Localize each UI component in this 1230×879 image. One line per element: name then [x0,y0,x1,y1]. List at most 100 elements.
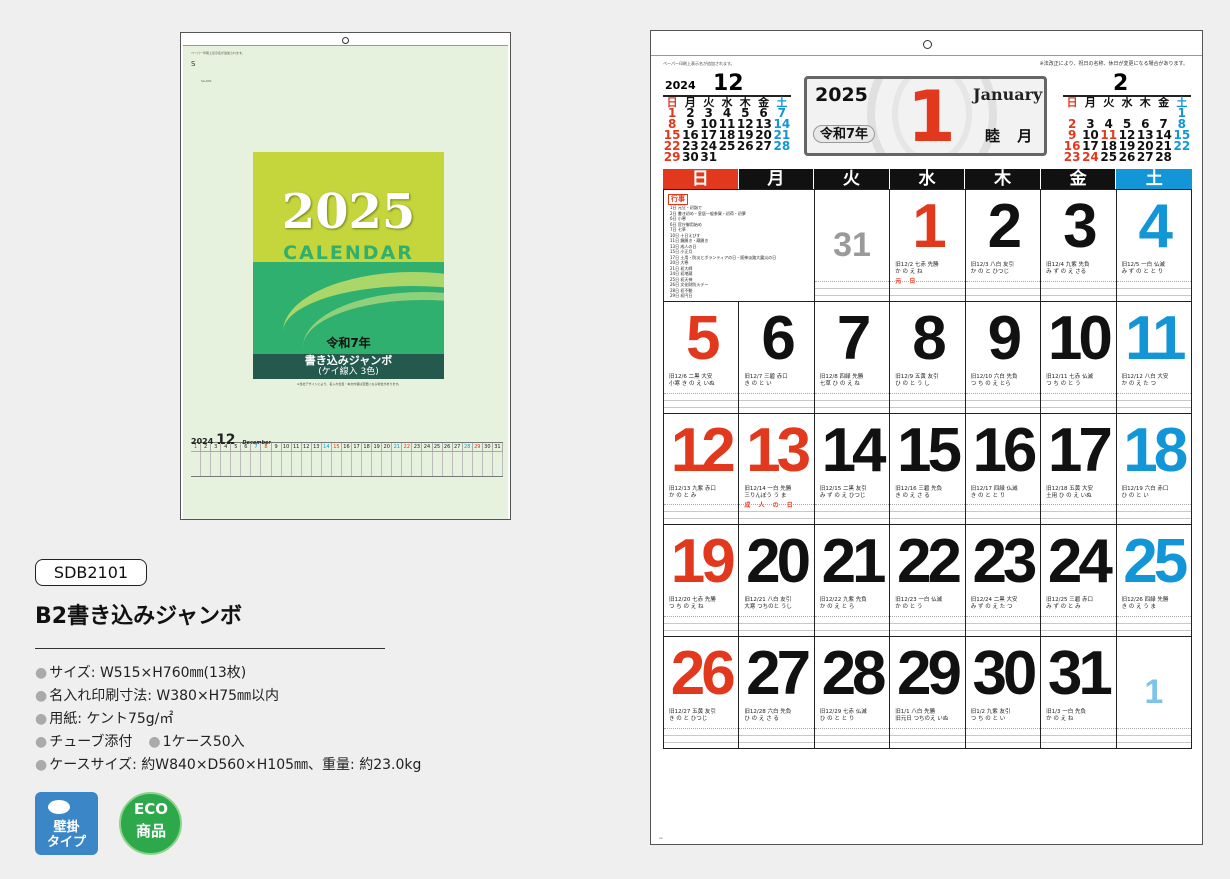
writing-lines [890,728,965,748]
day-cell[interactable]: 4 旧12/5 一白 仏滅み ず の と と り [1116,190,1192,302]
bullet-icon: ● [35,711,48,727]
writing-lines [1116,616,1191,637]
strip-day: 24 [422,443,433,451]
weekday-1: 月 [738,169,815,189]
day-cell[interactable]: 12 旧12/13 九紫 赤口か の と み [664,413,740,526]
strip-cell [292,452,302,476]
day-cell[interactable]: 10 旧12/11 七赤 仏滅つ ち の と う [1041,301,1117,414]
mini-day: 23 [1063,150,1081,164]
mini-next-grid: 日月火水木金土 1 2 3 4 5 6 7 8 9 10 11 12 13 14 15 16 17 18 19 20 21… [1063,95,1191,174]
mini-day: 水 [1121,96,1133,109]
writing-lines [739,728,814,748]
strip-cell [332,452,342,476]
strip-day: 16 [342,443,352,451]
day-cell[interactable]: 2 旧12/3 八白 友引か の と ひつじ [965,190,1042,302]
strip-cell [282,452,292,476]
day-cell[interactable]: 14 旧12/15 二黒 友引み ず の え ひつじ [814,413,891,526]
day-cell[interactable]: 31 [814,190,891,302]
day-info: 旧12/18 五黄 大安 土用 ひ の え いぬ [1046,486,1110,500]
writing-lines [739,504,814,525]
day-cell[interactable]: 18 旧12/19 六白 赤口ひ の と い [1116,413,1192,526]
day-number: 27 [746,639,811,709]
day-cell[interactable]: 20 旧12/21 八白 友引 大寒 つちのと うし [739,525,815,638]
day-number: 1 [1144,673,1164,712]
day-cell[interactable]: 17 旧12/18 五黄 大安 土用 ひ の え いぬ [1041,413,1117,526]
day-cell[interactable]: 3 旧12/4 九紫 先負み ず の え さる [1041,190,1117,302]
strip-cell [412,452,423,476]
writing-lines [1116,728,1191,748]
strip-cell [272,452,282,476]
writing-lines [664,392,739,413]
day-cell[interactable]: 7 旧12/8 四緑 先勝 七草 ひ の え ね [814,301,891,414]
day-cell[interactable]: 16 旧12/17 四緑 仏滅き の と と り [965,413,1042,526]
pin-icon [48,800,70,814]
strip-cell [473,452,483,476]
strip-day: 17 [352,443,363,451]
writing-lines [814,280,890,301]
writing-lines [890,616,965,637]
writing-lines [890,392,965,413]
writing-lines [1041,504,1116,525]
day-number: 9 [987,303,1023,373]
zodiac-info: か の と み [669,492,697,499]
strip-cell [201,452,212,476]
mini-day: 25 [718,139,736,153]
day-cell[interactable]: 25 旧12/26 四緑 先勝き の え う ま [1116,525,1192,638]
bullet-icon: ● [35,734,48,750]
mini-day [736,152,754,163]
strip-day: 1 [191,443,202,451]
cover-band-subtitle: (ケイ線入 3色) [318,367,379,377]
day-cell[interactable]: 31 旧1/3 一白 先負か の え ね [1041,637,1117,749]
zodiac-info: ひ の と い [1121,492,1149,499]
day-cell[interactable]: 15 旧12/16 三碧 先負き の え さ る [890,413,966,526]
mini-day: 29 [663,150,681,164]
day-cell[interactable]: 行事 1日 元旦・初詣で 2日 書き初め・皇居一般参賀・初荷・初夢 6日 小寒 6日 官… [664,190,815,302]
strip-day: 30 [483,443,493,451]
writing-lines [965,504,1041,525]
strip-cell [211,452,222,476]
strip-day: 5 [231,443,242,451]
day-cell[interactable]: 8 旧12/9 五黄 友引ひ の と う し [890,301,966,414]
mini-day: 26 [1118,150,1136,164]
calendar-grid: 行事 1日 元旦・初詣で 2日 書き初め・皇居一般参賀・初荷・初夢 6日 小寒 6日 官… [663,189,1192,749]
day-cell[interactable]: 28 旧12/29 七赤 仏滅ひ の と と り [814,637,891,749]
day-cell[interactable]: 24 旧12/25 三碧 赤口み ず の と み [1041,525,1117,638]
day-info: 旧12/3 八白 友引か の と ひつじ [971,262,1035,276]
strip-day: 29 [473,443,483,451]
cover-artwork: 2025 CALENDAR 令和7年 書き込みジャンボ (ケイ線入 3色) [253,152,444,379]
day-cell[interactable]: 27 旧12/28 六白 先負ひ の え さ る [739,637,815,749]
day-cell[interactable]: 29 旧1/1 八白 先勝 旧元日 つちのえ いぬ [890,637,966,749]
day-info: 旧12/17 四緑 仏滅き の と と り [971,486,1035,500]
day-info: 旧12/22 九紫 先負か の え と ら [820,597,884,611]
day-cell[interactable]: 22 旧12/23 一白 仏滅か の と う [890,525,966,638]
zodiac-info: き の と と り [970,492,1006,499]
day-number: 2 [987,192,1023,261]
day-cell[interactable]: 13旧12/14 一白 先勝三りんぼう う ま成 人 の 日 [739,413,815,526]
mini-day [718,152,736,163]
day-cell[interactable]: 5 旧12/6 二黒 大安 小寒 き の え いぬ [664,301,740,414]
strip-day: 15 [332,443,342,451]
day-cell[interactable]: 6 旧12/7 三碧 赤口き の と い [739,301,815,414]
spec-row-print: ● 名入れ印刷寸法: W380×H75㎜以内 [35,688,280,704]
day-number: 7 [836,303,872,373]
header-year: 2025 [815,84,868,106]
day-cell[interactable]: 1 [1116,637,1192,749]
hanging-hole [342,37,349,44]
day-cell[interactable]: 30 旧1/2 九紫 友引つ ち の と い [965,637,1042,749]
day-cell[interactable]: 21 旧12/22 九紫 先負か の え と ら [814,525,891,638]
day-number: 10 [1047,303,1113,373]
lunar-info: 旧12/10 六白 先負 [970,373,1018,380]
day-cell[interactable]: 23 旧12/24 二黒 大安み ず の え た つ [965,525,1042,638]
day-cell[interactable]: 1旧12/2 七赤 先勝か の え ね元 日 [890,190,966,302]
day-cell[interactable]: 26 旧12/27 五黄 友引き の と ひつじ [664,637,740,749]
mini-prev-month: 12 [713,71,744,96]
strip-day: 23 [412,443,423,451]
day-cell[interactable]: 19 旧12/20 七赤 先勝つ ち の え ね [664,525,740,638]
zodiac-info: か の え ね [895,269,923,275]
header-english-month: January [973,85,1043,104]
cover-era: 令和7年 [326,336,371,350]
day-cell[interactable]: 9 旧12/10 六白 先負つ ち の え とら [965,301,1042,414]
strip-day: 6 [241,443,252,451]
day-info: 旧12/23 一白 仏滅か の と う [895,597,959,611]
day-cell[interactable]: 11 旧12/12 八白 大安か の え た つ [1116,301,1192,414]
